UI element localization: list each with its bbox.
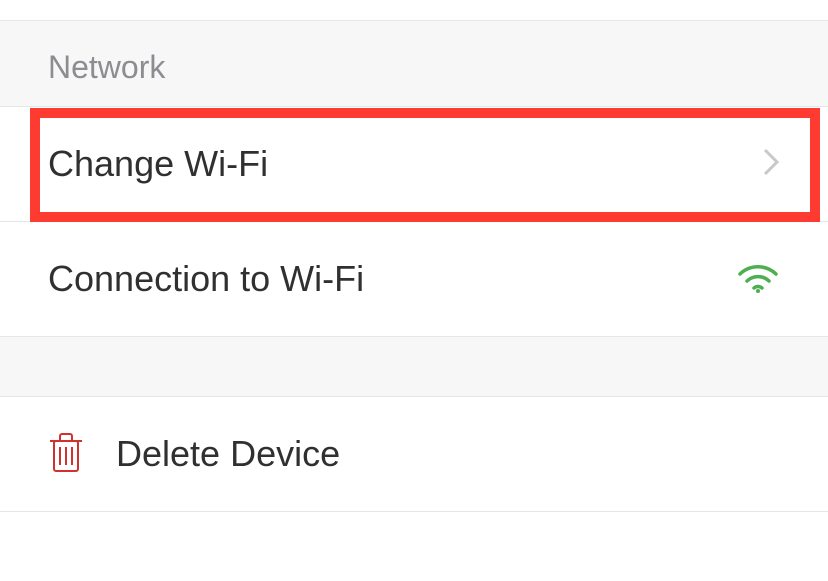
wifi-icon (736, 260, 780, 299)
row-label-delete-device: Delete Device (116, 433, 340, 475)
section-header-network: Network (0, 20, 828, 107)
row-label-change-wifi: Change Wi-Fi (48, 143, 268, 185)
row-change-wifi[interactable]: Change Wi-Fi (0, 107, 828, 222)
row-delete-device[interactable]: Delete Device (0, 397, 828, 512)
section-header-label: Network (48, 49, 165, 85)
section-gap (0, 337, 828, 397)
trash-icon (48, 431, 84, 478)
row-label-connection-to-wifi: Connection to Wi-Fi (48, 258, 364, 300)
row-connection-to-wifi[interactable]: Connection to Wi-Fi (0, 222, 828, 337)
chevron-right-icon (762, 147, 780, 182)
